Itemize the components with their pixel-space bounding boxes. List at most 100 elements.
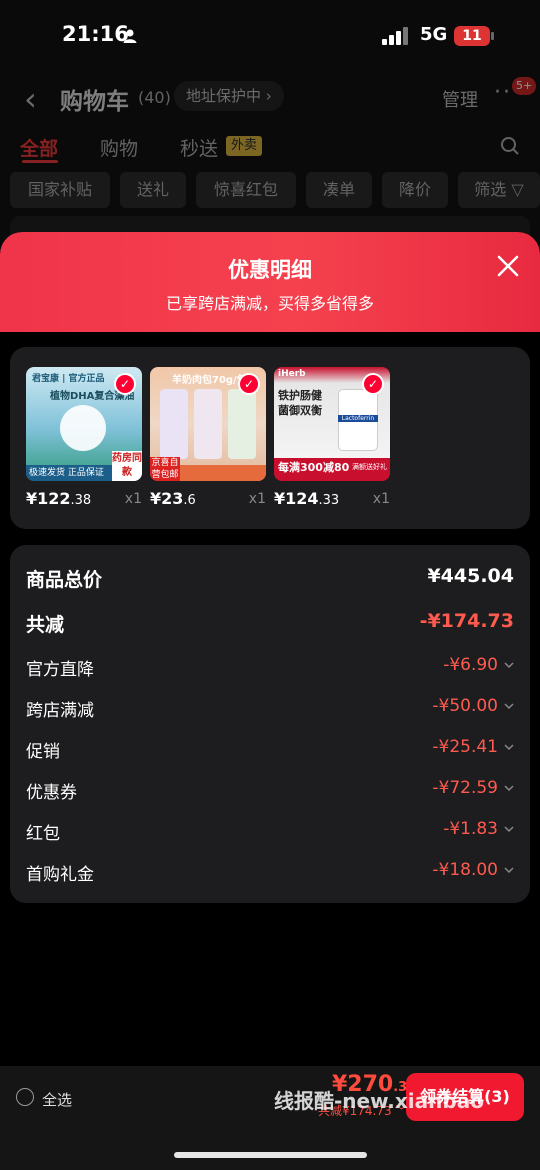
product-price: ¥122.38	[26, 489, 91, 508]
status-time: 21:16	[62, 22, 129, 46]
product-image-text: 极速发货 正品保证	[26, 465, 112, 481]
discount-value: -¥72.59	[432, 778, 498, 798]
product-image-text: 京喜自营包邮	[150, 457, 180, 481]
price-decimal: .33	[318, 493, 340, 508]
price-decimal: .38	[70, 493, 92, 508]
product-item[interactable]: iHerb 铁护肠健 菌御双衡 Lactoferrin 每满300减80 满额送…	[274, 367, 390, 508]
discount-row-coupon[interactable]: 优惠券 -¥72.59	[26, 778, 514, 808]
checkmark-icon: ✓	[238, 373, 260, 395]
price-main: ¥23	[150, 489, 184, 508]
product-quantity: x1	[372, 491, 390, 507]
discount-label: 红包	[26, 824, 60, 844]
network-label: 5G	[420, 24, 448, 45]
discount-row-official[interactable]: 官方直降 -¥6.90	[26, 655, 514, 685]
product-image-dha: 君宝康 | 官方正品 植物DHA复合藻油 极速发货 正品保证 药房同款 ✓	[26, 367, 142, 481]
battery-tip	[491, 32, 494, 40]
notification-badge: 5+	[512, 77, 537, 95]
discount-label: 优惠券	[26, 783, 77, 803]
filter-chip-price-drop[interactable]: 降价	[382, 172, 448, 208]
search-icon[interactable]	[500, 136, 520, 156]
funnel-icon: ▽	[511, 180, 524, 199]
chevron-down-icon	[504, 662, 514, 669]
discount-label: 官方直降	[26, 660, 94, 680]
product-image-text: 君宝康 | 官方正品	[32, 374, 105, 384]
total-price-value: ¥445.04	[427, 565, 514, 587]
discount-label: 跨店满减	[26, 701, 94, 721]
tab-shopping[interactable]: 购物	[100, 134, 138, 161]
chevron-right-icon: ›	[265, 87, 272, 105]
home-indicator[interactable]	[174, 1152, 367, 1158]
filter-label: 筛选	[474, 180, 507, 199]
total-price-row: 商品总价 ¥445.04	[26, 565, 514, 595]
discount-row-promotion[interactable]: 促销 -¥25.41	[26, 737, 514, 767]
manage-button[interactable]: 管理	[442, 86, 478, 112]
discount-row-redpacket[interactable]: 红包 -¥1.83	[26, 819, 514, 849]
selected-products-card: 君宝康 | 官方正品 植物DHA复合藻油 极速发货 正品保证 药房同款 ✓ ¥1…	[10, 347, 530, 529]
product-image-text: 药房同款	[112, 451, 142, 481]
chevron-down-icon	[504, 785, 514, 792]
sheet-title: 优惠明细	[228, 258, 312, 282]
product-image-text: 菌御双衡	[278, 404, 322, 417]
product-price: ¥23.6	[150, 489, 196, 508]
chevron-down-icon	[504, 826, 514, 833]
price-summary-card: 商品总价 ¥445.04 共减 -¥174.73 官方直降 -¥6.90 跨店满…	[10, 545, 530, 903]
battery-icon: 11	[454, 26, 490, 46]
product-image-bag	[194, 389, 222, 459]
back-icon[interactable]: ‹	[24, 80, 37, 118]
discount-value: -¥6.90	[443, 655, 498, 675]
filter-chip-bundle[interactable]: 凑单	[306, 172, 372, 208]
total-reduce-row: 共减 -¥174.73	[26, 610, 514, 640]
address-protection-pill[interactable]: 地址保护中 ›	[174, 81, 284, 111]
discount-value: -¥18.00	[432, 860, 498, 880]
filter-chip-filter[interactable]: 筛选 ▽	[458, 172, 540, 208]
sheet-subtitle: 已享跨店满减，买得多省得多	[165, 294, 374, 313]
chevron-down-icon	[504, 703, 514, 710]
product-image-bag	[160, 389, 188, 459]
filter-chip-gift[interactable]: 送礼	[120, 172, 186, 208]
tab-underline	[22, 160, 58, 163]
total-reduce-value: -¥174.73	[419, 610, 514, 632]
cart-count: (40)	[138, 88, 171, 107]
discount-value: -¥1.83	[443, 819, 498, 839]
total-price-label: 商品总价	[26, 569, 103, 591]
price-main: ¥124	[274, 489, 319, 508]
filter-chip-surprise-redpacket[interactable]: 惊喜红包	[196, 172, 296, 208]
total-reduce-label: 共减	[26, 614, 65, 636]
product-quantity: x1	[124, 491, 142, 507]
discount-label: 首购礼金	[26, 865, 94, 885]
product-price: ¥124.33	[274, 489, 339, 508]
product-item[interactable]: 君宝康 | 官方正品 植物DHA复合藻油 极速发货 正品保证 药房同款 ✓ ¥1…	[26, 367, 142, 508]
select-all-checkbox[interactable]	[16, 1088, 34, 1106]
tab-instant-delivery[interactable]: 秒送	[180, 134, 218, 161]
product-image-bag	[228, 389, 256, 459]
product-image-strip	[180, 465, 266, 481]
discount-value: -¥50.00	[432, 696, 498, 716]
discount-row-cross-store[interactable]: 跨店满减 -¥50.00	[26, 696, 514, 726]
product-image-text: 羊奶肉包70g/包	[172, 375, 247, 386]
signal-icon	[382, 27, 408, 45]
product-image-pet-food: 羊奶肉包70g/包 京喜自营包邮 ✓	[150, 367, 266, 481]
product-image-text: iHerb	[278, 369, 306, 379]
address-protection-label: 地址保护中	[186, 87, 262, 105]
product-image-text: 满额送好礼	[352, 463, 387, 471]
select-all-label[interactable]: 全选	[42, 1089, 72, 1110]
product-quantity: x1	[248, 491, 266, 507]
checkmark-icon: ✓	[114, 373, 136, 395]
takeaway-tag: 外卖	[226, 136, 263, 156]
filter-chip-national-subsidy[interactable]: 国家补贴	[10, 172, 110, 208]
price-decimal: .6	[183, 493, 196, 508]
checkmark-icon: ✓	[362, 373, 384, 395]
product-image-text: 铁护肠健	[278, 389, 322, 402]
page-title: 购物车	[60, 89, 129, 115]
chevron-down-icon	[504, 867, 514, 874]
product-image-text: Lactoferrin	[338, 415, 378, 422]
product-image-lactoferrin: iHerb 铁护肠健 菌御双衡 Lactoferrin 每满300减80 满额送…	[274, 367, 390, 481]
tab-all[interactable]: 全部	[20, 134, 58, 161]
product-image-text: 每满300减80	[278, 461, 350, 474]
product-image-graphic	[60, 405, 106, 451]
discount-row-first-purchase[interactable]: 首购礼金 -¥18.00	[26, 860, 514, 890]
close-icon[interactable]	[496, 254, 520, 278]
product-item[interactable]: 羊奶肉包70g/包 京喜自营包邮 ✓ ¥23.6 x1	[150, 367, 266, 508]
person-icon	[123, 29, 137, 43]
chevron-down-icon	[504, 744, 514, 751]
